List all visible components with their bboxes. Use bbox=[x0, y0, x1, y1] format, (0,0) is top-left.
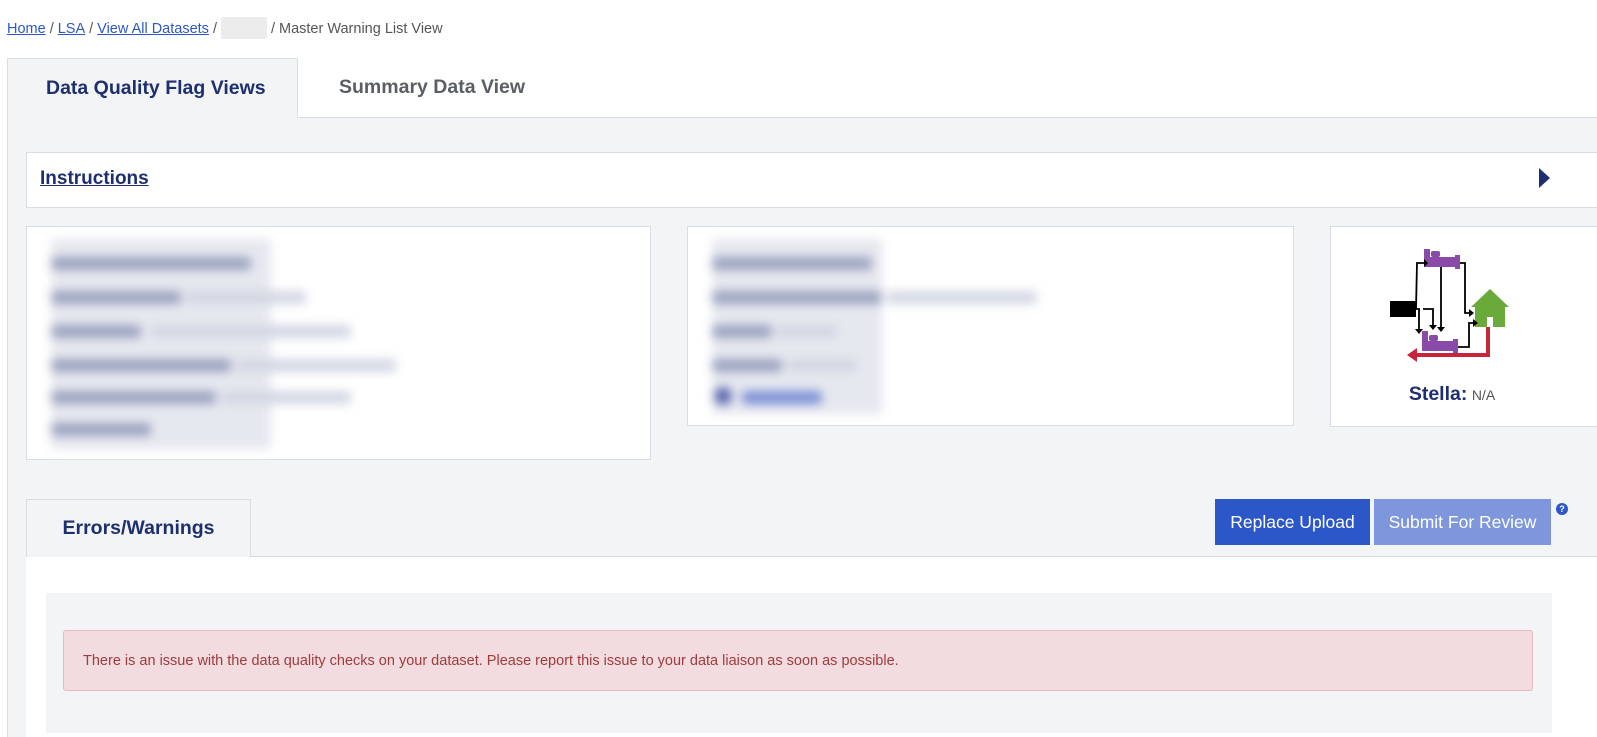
breadcrumb-separator: / bbox=[270, 21, 275, 37]
stella-card: Stella: N/A bbox=[1330, 226, 1597, 427]
breadcrumb-lsa-link[interactable]: LSA bbox=[58, 21, 85, 37]
error-alert: There is an issue with the data quality … bbox=[63, 630, 1533, 691]
breadcrumb-view-all-datasets-link[interactable]: View All Datasets bbox=[97, 21, 209, 37]
breadcrumb-redacted-dataset bbox=[220, 17, 267, 39]
redacted-info-block bbox=[51, 239, 611, 449]
submit-for-review-button[interactable]: Submit For Review bbox=[1374, 499, 1551, 545]
stella-value: N/A bbox=[1471, 387, 1496, 403]
expand-caret-icon[interactable] bbox=[1539, 168, 1550, 188]
stella-label: Stella: bbox=[1408, 383, 1468, 405]
housing-flow-icon bbox=[1390, 249, 1509, 362]
replace-upload-button[interactable]: Replace Upload bbox=[1215, 499, 1370, 545]
bed-icon bbox=[1422, 331, 1458, 353]
dataset-contact-card bbox=[687, 226, 1294, 426]
tab-errors-warnings[interactable]: Errors/Warnings bbox=[26, 499, 251, 557]
stella-status: Stella: N/A bbox=[1331, 383, 1573, 406]
breadcrumb-separator: / bbox=[89, 21, 94, 37]
house-icon bbox=[1471, 289, 1509, 327]
tab-data-quality-flag-views[interactable]: Data Quality Flag Views bbox=[7, 58, 298, 118]
bed-icon bbox=[1424, 249, 1460, 269]
breadcrumb-home-link[interactable]: Home bbox=[7, 21, 46, 37]
redacted-contact-block bbox=[712, 239, 1132, 419]
breadcrumb-separator: / bbox=[49, 21, 54, 37]
breadcrumb: Home / LSA / View All Datasets / / Master Warni… bbox=[7, 17, 443, 39]
instructions-title[interactable]: Instructions bbox=[40, 168, 149, 190]
breadcrumb-separator: / bbox=[212, 21, 217, 37]
dataset-info-card bbox=[26, 226, 651, 460]
instructions-panel[interactable]: Instructions bbox=[26, 152, 1597, 208]
tab-summary-data-view[interactable]: Summary Data View bbox=[301, 58, 563, 118]
breadcrumb-current: Master Warning List View bbox=[279, 21, 443, 37]
help-icon[interactable]: ? bbox=[1556, 503, 1568, 515]
